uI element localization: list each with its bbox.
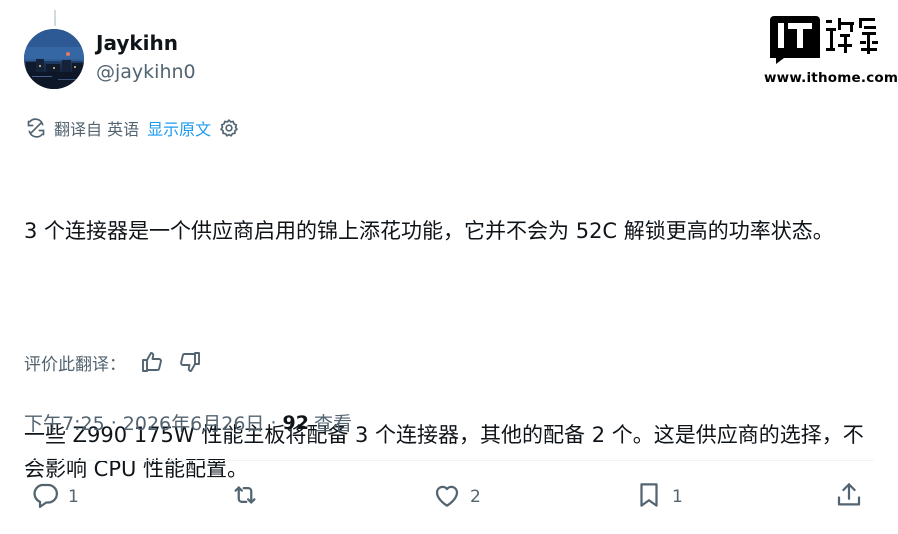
reply-icon: [30, 480, 60, 515]
view-count: 92: [282, 411, 309, 434]
thumbs-up-icon[interactable]: [140, 350, 164, 374]
like-button[interactable]: 2: [432, 478, 481, 516]
tweet-date[interactable]: 2026年6月26日: [123, 409, 265, 436]
translation-info: 翻译自 英语 显示原文: [26, 117, 239, 139]
gear-icon[interactable]: [219, 118, 239, 138]
reply-count: 1: [68, 487, 79, 507]
translate-icon: [26, 118, 46, 138]
translated-from-label: 翻译自 英语: [54, 120, 140, 139]
reply-button[interactable]: 1: [30, 478, 79, 516]
thumbs-down-icon[interactable]: [178, 350, 202, 374]
ithome-url: www.ithome.com: [764, 70, 898, 86]
ithome-watermark: www.ithome.com: [764, 14, 898, 89]
share-button[interactable]: [834, 478, 864, 516]
author-name[interactable]: Jaykihn: [96, 31, 178, 55]
rate-translation: 评价此翻译：: [24, 348, 202, 376]
rate-translation-label: 评价此翻译：: [24, 354, 126, 375]
view-count-label: 查看: [314, 413, 353, 435]
like-icon: [432, 480, 462, 515]
like-count: 2: [470, 487, 481, 507]
bookmark-button[interactable]: 1: [634, 478, 683, 516]
share-icon: [834, 480, 864, 515]
ithome-logo: [770, 16, 878, 64]
show-original-link[interactable]: 显示原文: [147, 116, 211, 140]
thread-connector-line: [54, 10, 56, 26]
retweet-icon: [230, 480, 260, 515]
tweet-time[interactable]: 下午7:25: [24, 409, 105, 436]
avatar[interactable]: [24, 29, 84, 89]
bookmark-count: 1: [672, 487, 683, 507]
meta-separator: ·: [264, 411, 283, 434]
tweet-actions: 1 2 1: [24, 478, 874, 516]
tweet-body: 3 个连接器是一个供应商启用的锦上添花功能，它并不会为 52C 解锁更高的功率状…: [24, 146, 880, 520]
meta-separator: ·: [104, 411, 123, 434]
bookmark-icon: [634, 480, 664, 515]
divider: [24, 460, 874, 461]
retweet-button[interactable]: [230, 478, 268, 516]
tweet-meta: 下午7:25 · 2026年6月26日 · 92 查看: [24, 409, 352, 436]
author-handle[interactable]: @jaykihn0: [96, 61, 196, 83]
tweet-paragraph-1: 3 个连接器是一个供应商启用的锦上添花功能，它并不会为 52C 解锁更高的功率状…: [24, 219, 834, 243]
